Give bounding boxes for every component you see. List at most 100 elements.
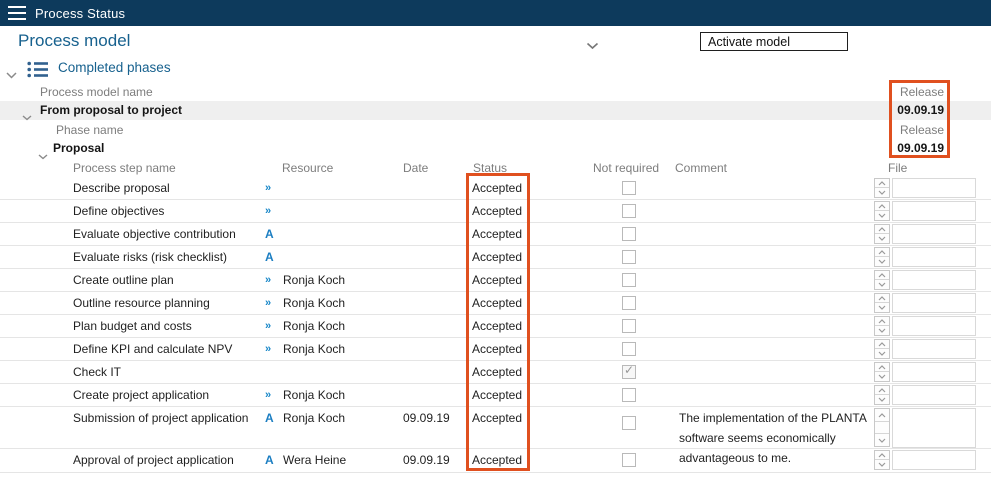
table-row: Create outline plan » Ronja Koch Accepte… xyxy=(0,269,991,292)
activate-model-button[interactable]: Activate model xyxy=(700,32,848,51)
step-status: Accepted xyxy=(472,315,522,337)
phase-release-header: Release xyxy=(850,123,944,137)
process-step-name: Approval of project application xyxy=(73,449,234,471)
resource-name: Ronja Koch xyxy=(283,292,345,314)
process-step-name: Plan budget and costs xyxy=(73,315,192,337)
stepper-down-icon[interactable] xyxy=(875,188,889,197)
resource-type-icon: » xyxy=(265,384,279,406)
stepper-up-icon[interactable] xyxy=(875,179,889,188)
table-row: Plan budget and costs » Ronja Koch Accep… xyxy=(0,315,991,338)
stepper-up-icon[interactable] xyxy=(875,451,889,460)
resource-type-icon: A xyxy=(265,246,279,268)
file-input[interactable] xyxy=(892,270,976,290)
not-required-checkbox[interactable] xyxy=(622,453,636,467)
stepper-up-icon[interactable] xyxy=(875,248,889,257)
file-stepper[interactable] xyxy=(874,362,890,382)
not-required-checkbox[interactable] xyxy=(622,296,636,310)
stepper-up-icon[interactable] xyxy=(875,363,889,372)
file-input[interactable] xyxy=(892,247,976,267)
release-header: Release xyxy=(850,85,944,99)
col-header-resource: Resource xyxy=(282,161,333,175)
file-input[interactable] xyxy=(892,224,976,244)
process-model-row[interactable]: From proposal to project 09.09.19 xyxy=(0,101,991,120)
process-step-name: Describe proposal xyxy=(73,177,170,199)
file-stepper[interactable] xyxy=(874,201,890,221)
file-stepper[interactable] xyxy=(874,224,890,244)
table-row: Submission of project application A Ronj… xyxy=(0,407,991,449)
stepper-up-icon[interactable] xyxy=(875,409,889,422)
stepper-up-icon[interactable] xyxy=(875,202,889,211)
not-required-checkbox[interactable] xyxy=(622,365,636,379)
file-input[interactable] xyxy=(892,362,976,382)
stepper-down-icon[interactable] xyxy=(875,303,889,312)
not-required-checkbox[interactable] xyxy=(622,227,636,241)
file-input[interactable] xyxy=(892,201,976,221)
stepper-down-icon[interactable] xyxy=(875,234,889,243)
steps-table-header: Process step name Resource Date Status N… xyxy=(0,159,991,177)
chevron-down-icon[interactable] xyxy=(586,37,599,55)
not-required-checkbox[interactable] xyxy=(622,204,636,218)
stepper-down-icon[interactable] xyxy=(875,349,889,358)
file-stepper[interactable] xyxy=(874,270,890,290)
file-input[interactable] xyxy=(892,408,976,448)
phase-name: Proposal xyxy=(53,141,104,155)
phase-release-date: 09.09.19 xyxy=(850,141,944,155)
resource-name: Ronja Koch xyxy=(283,338,345,360)
file-stepper[interactable] xyxy=(874,385,890,405)
file-input[interactable] xyxy=(892,450,976,470)
process-step-name: Create project application xyxy=(73,384,209,406)
process-model-name-header: Process model name xyxy=(40,85,153,99)
not-required-checkbox[interactable] xyxy=(622,250,636,264)
not-required-checkbox[interactable] xyxy=(622,388,636,402)
stepper-up-icon[interactable] xyxy=(875,340,889,349)
resource-type-icon: » xyxy=(265,292,279,314)
not-required-checkbox[interactable] xyxy=(622,319,636,333)
file-input[interactable] xyxy=(892,293,976,313)
file-stepper[interactable] xyxy=(874,247,890,267)
file-input[interactable] xyxy=(892,339,976,359)
stepper-down-icon[interactable] xyxy=(875,372,889,381)
not-required-checkbox[interactable] xyxy=(622,181,636,195)
section-title[interactable]: Completed phases xyxy=(58,60,171,75)
file-input[interactable] xyxy=(892,316,976,336)
stepper-down-icon[interactable] xyxy=(875,433,889,446)
table-row: Create project application » Ronja Koch … xyxy=(0,384,991,407)
page-title: Process model xyxy=(18,31,130,51)
stepper-down-icon[interactable] xyxy=(875,326,889,335)
not-required-checkbox[interactable] xyxy=(622,273,636,287)
file-stepper[interactable] xyxy=(874,178,890,198)
stepper-up-icon[interactable] xyxy=(875,317,889,326)
resource-type-icon: » xyxy=(265,338,279,360)
stepper-up-icon[interactable] xyxy=(875,271,889,280)
model-column-headers: Process model name Release xyxy=(0,84,991,101)
not-required-checkbox[interactable] xyxy=(622,342,636,356)
stepper-up-icon[interactable] xyxy=(875,225,889,234)
process-step-name: Evaluate risks (risk checklist) xyxy=(73,246,227,268)
stepper-up-icon[interactable] xyxy=(875,294,889,303)
stepper-down-icon[interactable] xyxy=(875,211,889,220)
file-stepper[interactable] xyxy=(874,450,890,470)
file-stepper[interactable] xyxy=(874,408,890,447)
stepper-down-icon[interactable] xyxy=(875,460,889,469)
resource-name: Ronja Koch xyxy=(283,384,345,406)
section-collapse-chevron-icon[interactable] xyxy=(6,66,17,84)
hamburger-menu-icon[interactable] xyxy=(8,6,26,20)
file-input[interactable] xyxy=(892,385,976,405)
resource-type-icon: A xyxy=(265,408,279,428)
file-stepper[interactable] xyxy=(874,339,890,359)
stepper-down-icon[interactable] xyxy=(875,257,889,266)
resource-type-icon: A xyxy=(265,449,279,471)
stepper-up-icon[interactable] xyxy=(875,386,889,395)
col-header-process-step-name: Process step name xyxy=(73,161,176,175)
stepper-down-icon[interactable] xyxy=(875,395,889,404)
step-status: Accepted xyxy=(472,408,522,428)
file-stepper[interactable] xyxy=(874,316,890,336)
resource-type-icon: » xyxy=(265,177,279,199)
step-status: Accepted xyxy=(472,177,522,199)
file-stepper[interactable] xyxy=(874,293,890,313)
file-input[interactable] xyxy=(892,178,976,198)
phase-row[interactable]: Proposal 09.09.19 xyxy=(0,140,991,159)
not-required-checkbox[interactable] xyxy=(622,416,636,430)
step-status: Accepted xyxy=(472,200,522,222)
stepper-down-icon[interactable] xyxy=(875,280,889,289)
